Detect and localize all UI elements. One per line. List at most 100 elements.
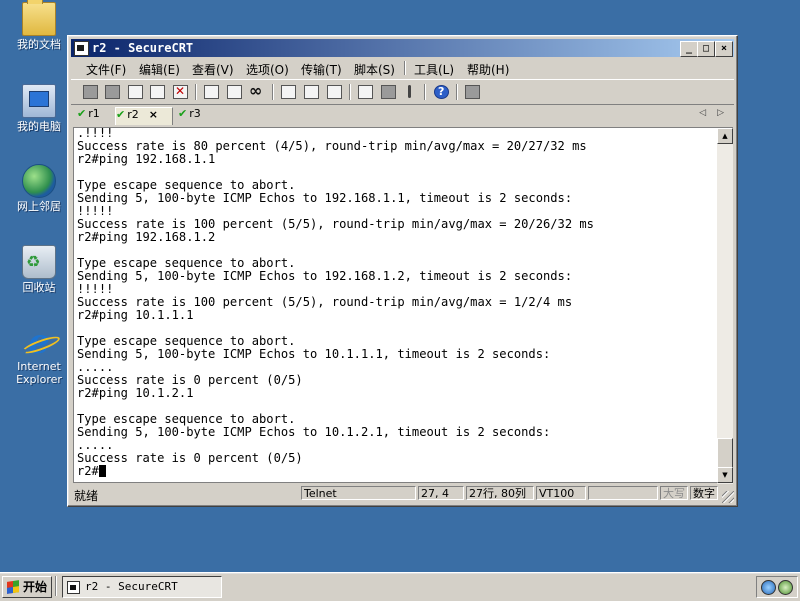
menu-tools[interactable]: 工具(L)	[414, 61, 454, 78]
desktop-icon-network-places[interactable]: 网上邻居	[6, 164, 72, 213]
disconnect-icon[interactable]	[171, 84, 189, 100]
tab-label: r3	[189, 107, 201, 120]
tab-close-icon[interactable]: ×	[149, 108, 158, 121]
session-options-icon[interactable]	[356, 84, 374, 100]
help-icon[interactable]	[432, 84, 450, 100]
global-options-icon[interactable]	[379, 84, 397, 100]
windows-logo-icon	[7, 580, 19, 594]
desktop-icon-recycle-bin[interactable]: 回收站	[6, 245, 72, 294]
keymap-icon[interactable]	[401, 84, 419, 100]
toolbar-separator	[349, 84, 350, 100]
copy-icon[interactable]	[202, 84, 220, 100]
menu-file[interactable]: 文件(F)	[86, 61, 126, 78]
connect-icon[interactable]	[81, 84, 99, 100]
print-screen-icon[interactable]	[279, 84, 297, 100]
close-button[interactable]: ×	[715, 41, 733, 57]
desktop-icon-internet-explorer[interactable]: e Internet Explorer	[6, 325, 72, 386]
minimize-button[interactable]: _	[680, 41, 698, 57]
status-protocol: Telnet	[301, 486, 416, 500]
status-cursor-position: 27, 4	[418, 486, 464, 500]
desktop-icon-my-documents[interactable]: 我的文档	[6, 0, 72, 51]
status-emulation: VT100	[536, 486, 586, 500]
scroll-down-icon[interactable]: ▼	[717, 467, 733, 483]
menu-help[interactable]: 帮助(H)	[467, 61, 509, 78]
connected-check-icon: ✔	[77, 107, 87, 120]
terminal-line: Sending 5, 100-byte ICMP Echos to 192.16…	[77, 191, 573, 205]
toolbar-separator	[456, 84, 457, 100]
connected-check-icon: ✔	[116, 108, 126, 121]
terminal-text: .!!!! Success rate is 80 percent (4/5), r…	[77, 128, 594, 478]
find-icon[interactable]	[248, 81, 266, 100]
connected-check-icon: ✔	[178, 107, 188, 120]
scroll-up-icon[interactable]: ▲	[717, 128, 733, 144]
vertical-scrollbar[interactable]: ▲ ▼	[717, 127, 733, 484]
toolbar-separator	[272, 84, 273, 100]
terminal-cursor	[98, 465, 106, 477]
scroll-thumb[interactable]	[717, 438, 733, 470]
tab-r2[interactable]: ✔ r2 ×	[115, 107, 173, 125]
reconnect-icon[interactable]	[148, 84, 166, 100]
desktop-icon-label: 我的电脑	[17, 120, 61, 133]
system-tray	[756, 576, 798, 598]
desktop-icon-my-computer[interactable]: 我的电脑	[6, 84, 72, 133]
terminal-prompt-line: r2#	[77, 465, 594, 478]
print-selection-icon[interactable]	[302, 84, 320, 100]
menu-transfer[interactable]: 传输(T)	[301, 61, 342, 78]
my-computer-icon	[22, 84, 56, 118]
status-terminal-size: 27行, 80列	[466, 486, 534, 500]
terminal-line: r2#ping 192.168.1.2	[77, 230, 216, 244]
terminal-line: r2#ping 10.1.2.1	[77, 386, 194, 400]
terminal-line: Sending 5, 100-byte ICMP Echos to 10.1.1…	[77, 347, 551, 361]
terminal-line: r2#ping 192.168.1.1	[77, 152, 216, 166]
volume-tray-icon[interactable]	[778, 580, 793, 595]
network-places-icon	[22, 164, 56, 198]
resize-grip[interactable]	[722, 491, 734, 503]
desktop-icon-label: 我的文档	[17, 38, 61, 51]
toolbar	[71, 79, 734, 105]
maximize-button[interactable]: □	[697, 41, 715, 57]
tab-label: r1	[88, 107, 100, 120]
paste-icon[interactable]	[225, 84, 243, 100]
quick-connect-icon[interactable]	[103, 84, 121, 100]
terminal-line: Sending 5, 100-byte ICMP Echos to 192.16…	[77, 269, 573, 283]
status-blank	[588, 486, 658, 500]
start-button[interactable]: 开始	[2, 576, 52, 598]
window-title: r2 - SecureCRT	[92, 41, 194, 55]
securecrt-task-icon	[67, 581, 80, 594]
status-caps-lock: 大写	[660, 486, 688, 500]
terminal-prompt: r2#	[77, 464, 99, 478]
desktop-icon-label: Internet Explorer	[16, 360, 62, 386]
start-label: 开始	[23, 580, 48, 594]
status-bar: 就绪 Telnet 27, 4 27行, 80列 VT100 大写 数字	[71, 485, 734, 503]
securecrt-window: r2 - SecureCRT _ □ × 文件(F) 编辑(E) 查看(V) 选…	[67, 35, 738, 507]
tab-scroll-left-icon[interactable]: ◁	[699, 108, 706, 118]
terminal-line: Sending 5, 100-byte ICMP Echos to 10.1.2…	[77, 425, 551, 439]
securecrt-app-icon[interactable]	[74, 41, 89, 56]
session-tab-bar: ✔ r1 ✔ r2 × ✔ r3 ◁ ▷	[71, 105, 734, 125]
terminal-output[interactable]: .!!!! Success rate is 80 percent (4/5), r…	[73, 127, 719, 483]
toolbar-separator	[424, 84, 425, 100]
terminal-line: r2#ping 10.1.1.1	[77, 308, 194, 322]
connect-in-tab-icon[interactable]	[126, 84, 144, 100]
menu-edit[interactable]: 编辑(E)	[139, 61, 180, 78]
tab-r3[interactable]: ✔ r3	[178, 107, 212, 124]
sftp-icon[interactable]	[463, 84, 481, 100]
tab-label: r2	[127, 108, 139, 121]
menu-view[interactable]: 查看(V)	[192, 61, 234, 78]
menu-options[interactable]: 选项(O)	[246, 61, 289, 78]
taskbar-item-securecrt[interactable]: r2 - SecureCRT	[62, 576, 222, 598]
print-icon[interactable]	[325, 84, 343, 100]
toolbar-separator	[195, 84, 196, 100]
my-documents-icon	[22, 0, 56, 36]
menu-separator	[404, 61, 405, 75]
menu-script[interactable]: 脚本(S)	[354, 61, 395, 78]
network-tray-icon[interactable]	[761, 580, 776, 595]
title-bar[interactable]: r2 - SecureCRT _ □ ×	[71, 39, 734, 57]
internet-explorer-icon: e	[23, 325, 55, 359]
recycle-bin-icon	[22, 245, 56, 279]
tab-scroll-right-icon[interactable]: ▷	[717, 108, 724, 118]
menu-bar: 文件(F) 编辑(E) 查看(V) 选项(O) 传输(T) 脚本(S) 工具(L…	[71, 58, 734, 78]
desktop-icon-label: 网上邻居	[17, 200, 61, 213]
tab-r1[interactable]: ✔ r1	[77, 107, 111, 124]
desktop-icon-label: 回收站	[22, 281, 56, 294]
